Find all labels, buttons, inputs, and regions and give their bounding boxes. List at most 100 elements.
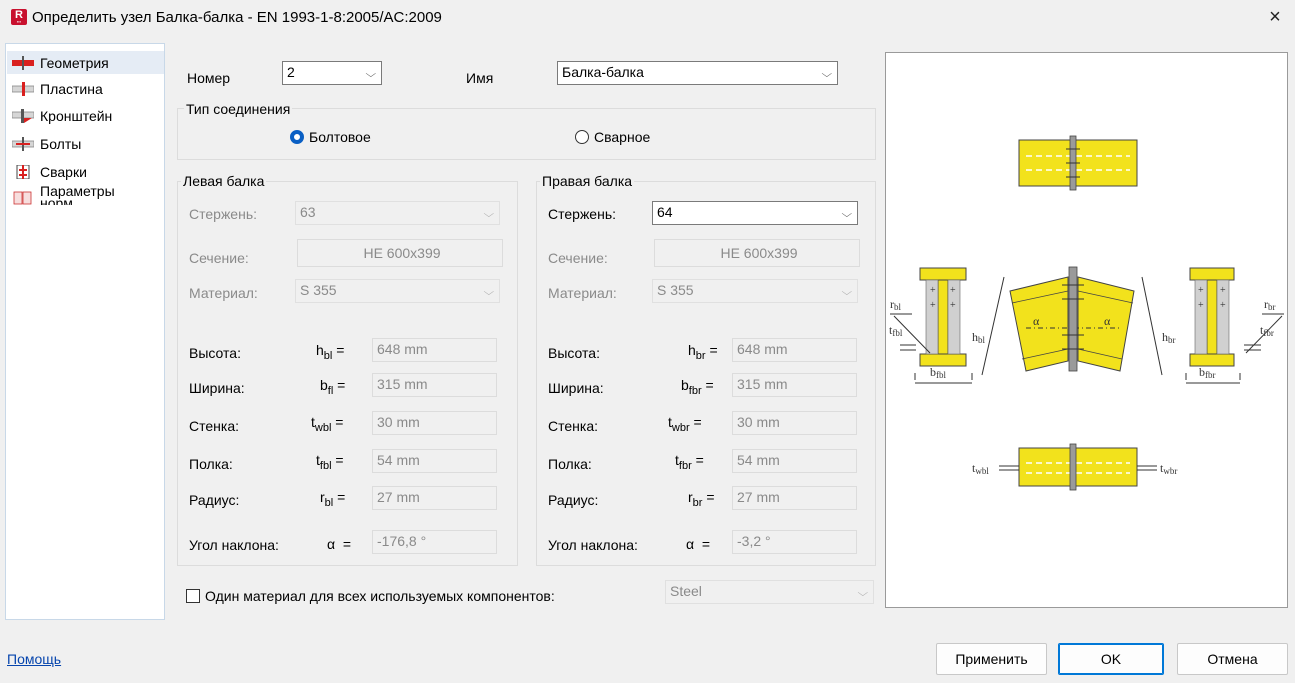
- tfbl-label: tfbl: [889, 323, 903, 338]
- svg-text:+: +: [950, 300, 956, 311]
- bolted-label[interactable]: Болтовое: [309, 129, 371, 145]
- left-radius-symbol: rbl =: [320, 489, 346, 509]
- right-section-drawing: + + + + rbr tfbr bfbr: [1185, 267, 1284, 384]
- shared-material-combo[interactable]: Steel ⌵: [665, 580, 874, 604]
- name-combo[interactable]: Балка-балка ⌵: [557, 61, 838, 85]
- svg-text:+: +: [1220, 300, 1226, 311]
- code-book-icon: [12, 191, 34, 205]
- left-height-label: Высота:: [189, 345, 241, 361]
- right-web-symbol: twbr =: [668, 414, 702, 434]
- right-radius-field[interactable]: 27 mm: [732, 486, 857, 510]
- rbr-label: rbr: [1264, 297, 1276, 312]
- nav-label: Пластина: [40, 80, 103, 97]
- nav-item-code-params[interactable]: Параметры норм: [7, 185, 164, 205]
- left-angle-field[interactable]: -176,8 °: [372, 530, 497, 554]
- right-radius-label: Радиус:: [548, 492, 599, 508]
- right-member-combo[interactable]: 64 ⌵: [652, 201, 858, 225]
- shared-material-label[interactable]: Один материал для всех используемых комп…: [205, 588, 555, 604]
- right-member-value: 64: [657, 204, 673, 220]
- name-value: Балка-балка: [562, 64, 644, 80]
- hbl-label: hbl: [972, 330, 986, 345]
- right-section-label: Сечение:: [548, 250, 608, 266]
- right-material-label: Материал:: [548, 285, 617, 301]
- left-height-field[interactable]: 648 mm: [372, 338, 497, 362]
- app-icon: R ▪▪▪: [11, 9, 27, 25]
- window-title: Определить узел Балка-балка - EN 1993-1-…: [32, 9, 442, 26]
- right-angle-field[interactable]: -3,2 °: [732, 530, 857, 554]
- number-combo[interactable]: 2 ⌵: [282, 61, 382, 85]
- nav-item-bracket[interactable]: Кронштейн: [7, 104, 164, 127]
- left-material-label: Материал:: [189, 285, 258, 301]
- svg-text:+: +: [930, 285, 936, 296]
- nav-item-welds[interactable]: Сварки: [7, 160, 164, 183]
- bfbl-label: bfbl: [930, 365, 946, 380]
- name-label: Имя: [466, 70, 494, 86]
- nav-item-plate[interactable]: Пластина: [7, 77, 164, 100]
- left-section-drawing: + + + + rbl tfbl bfbl: [889, 267, 973, 384]
- right-web-label: Стенка:: [548, 418, 598, 434]
- left-angle-label: Угол наклона:: [189, 537, 279, 553]
- left-width-field[interactable]: 315 mm: [372, 373, 497, 397]
- svg-text:+: +: [950, 285, 956, 296]
- close-button[interactable]: ×: [1262, 5, 1288, 31]
- twbr-label: twbr: [1160, 461, 1177, 476]
- left-section-label: Сечение:: [189, 250, 249, 266]
- left-material-value: S 355: [300, 282, 337, 298]
- left-angle-symbol: α =: [327, 536, 352, 552]
- left-width-label: Ширина:: [189, 380, 245, 396]
- welded-radio[interactable]: [575, 130, 589, 144]
- right-flange-field[interactable]: 54 mm: [732, 449, 857, 473]
- number-value: 2: [287, 64, 295, 80]
- right-flange-symbol: tfbr =: [675, 452, 704, 472]
- right-height-field[interactable]: 648 mm: [732, 338, 857, 362]
- number-label: Номер: [187, 70, 231, 86]
- svg-text:+: +: [1198, 285, 1204, 296]
- nav-label: Кронштейн: [40, 107, 113, 124]
- svg-text:+: +: [930, 300, 936, 311]
- bolted-radio[interactable]: [290, 130, 304, 144]
- help-link[interactable]: Помощь: [7, 651, 61, 667]
- left-section-field[interactable]: HE 600x399: [297, 239, 503, 267]
- apply-button[interactable]: Применить: [936, 643, 1047, 675]
- right-width-symbol: bfbr =: [681, 377, 714, 397]
- left-web-field[interactable]: 30 mm: [372, 411, 497, 435]
- ok-button[interactable]: OK: [1058, 643, 1164, 675]
- right-web-field[interactable]: 30 mm: [732, 411, 857, 435]
- cancel-button[interactable]: Отмена: [1177, 643, 1288, 675]
- bottom-view-drawing: twbl twbr: [972, 443, 1177, 491]
- left-radius-label: Радиус:: [189, 492, 240, 508]
- left-beam-title: Левая балка: [181, 173, 267, 189]
- alpha-left-label: α: [1033, 314, 1040, 328]
- chevron-down-icon: ⌵: [365, 69, 377, 80]
- svg-text:+: +: [1220, 285, 1226, 296]
- left-flange-field[interactable]: 54 mm: [372, 449, 497, 473]
- nav-item-geometry[interactable]: Геометрия: [7, 51, 164, 74]
- shared-material-value: Steel: [670, 583, 702, 599]
- left-member-combo[interactable]: 63 ⌵: [295, 201, 500, 225]
- right-angle-symbol: α =: [686, 536, 711, 552]
- left-material-combo[interactable]: S 355 ⌵: [295, 279, 500, 303]
- left-width-symbol: bfl =: [320, 377, 346, 397]
- rbl-label: rbl: [890, 297, 902, 312]
- right-height-symbol: hbr =: [688, 342, 718, 362]
- right-section-field[interactable]: HE 600x399: [654, 239, 860, 267]
- bolts-icon: [11, 136, 35, 151]
- left-radius-field[interactable]: 27 mm: [372, 486, 497, 510]
- right-beam-title: Правая балка: [540, 173, 635, 189]
- left-height-symbol: hbl =: [316, 342, 345, 362]
- left-member-label: Стержень:: [189, 206, 258, 222]
- left-web-label: Стенка:: [189, 418, 239, 434]
- chevron-down-icon: ⌵: [483, 209, 495, 220]
- nav-panel: Геометрия Пластина Кронштейн Болты Сварк…: [5, 43, 165, 620]
- plate-icon: [11, 81, 35, 96]
- welded-label[interactable]: Сварное: [594, 129, 650, 145]
- nav-item-bolts[interactable]: Болты: [7, 132, 164, 155]
- right-width-field[interactable]: 315 mm: [732, 373, 857, 397]
- chevron-down-icon: ⌵: [821, 69, 833, 80]
- chevron-down-icon: ⌵: [841, 209, 853, 220]
- right-angle-label: Угол наклона:: [548, 537, 638, 553]
- nav-label: Болты: [40, 135, 82, 152]
- bracket-icon: [11, 108, 35, 123]
- shared-material-checkbox[interactable]: [186, 589, 200, 603]
- right-material-combo[interactable]: S 355 ⌵: [652, 279, 858, 303]
